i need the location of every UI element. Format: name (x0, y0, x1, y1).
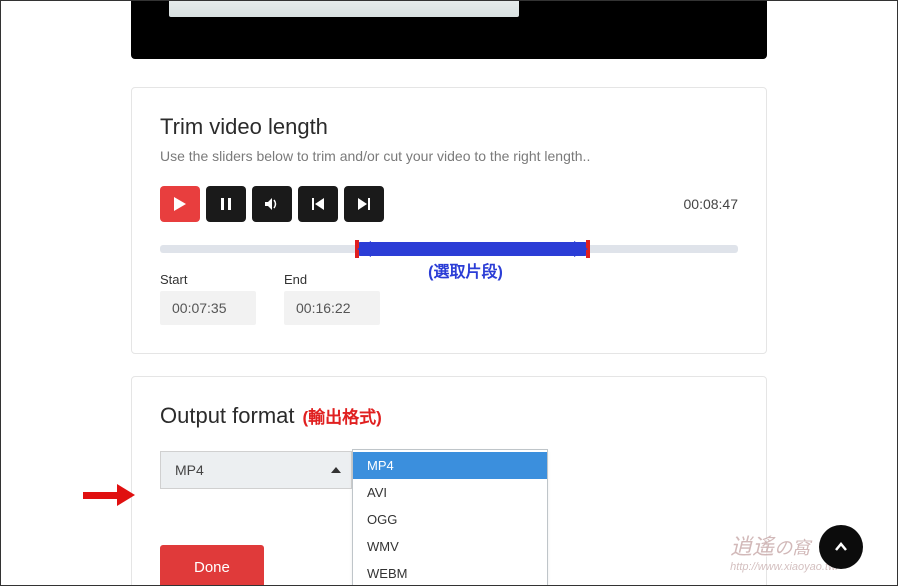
controls-group (160, 186, 384, 222)
trim-track[interactable]: (選取片段) (160, 242, 738, 256)
output-title: Output format (160, 403, 295, 429)
pause-icon (221, 198, 231, 210)
video-preview-bar: Last updated July 7, 2023 (131, 1, 767, 59)
next-icon (358, 198, 370, 210)
start-field: Start 00:07:35 (160, 272, 256, 325)
format-option-wmv[interactable]: WMV (353, 533, 547, 560)
start-input[interactable]: 00:07:35 (160, 291, 256, 325)
done-button[interactable]: Done (160, 545, 264, 585)
format-select-wrap: MP4 MP4AVIOGGWMVWEBM (160, 451, 738, 489)
end-label: End (284, 272, 380, 287)
next-button[interactable] (344, 186, 384, 222)
end-field: End 00:16:22 (284, 272, 380, 325)
trim-subtitle: Use the sliders below to trim and/or cut… (160, 148, 738, 164)
format-option-mp4[interactable]: MP4 (353, 452, 547, 479)
end-input[interactable]: 00:16:22 (284, 291, 380, 325)
annotation-arrow (83, 484, 135, 506)
output-note: (輸出格式) (303, 403, 382, 428)
volume-icon (265, 198, 279, 210)
volume-button[interactable] (252, 186, 292, 222)
scroll-top-button[interactable] (819, 525, 863, 569)
start-label: Start (160, 272, 256, 287)
current-time: 00:08:47 (684, 196, 739, 212)
trim-title: Trim video length (160, 114, 738, 140)
prev-button[interactable] (298, 186, 338, 222)
chevron-up-icon (834, 540, 848, 554)
format-option-avi[interactable]: AVI (353, 479, 547, 506)
play-button[interactable] (160, 186, 200, 222)
trim-card: Trim video length Use the sliders below … (131, 87, 767, 354)
output-card: Output format (輸出格式) MP4 MP4AVIOGGWMVWEB… (131, 376, 767, 585)
format-select[interactable]: MP4 (160, 451, 352, 489)
pause-button[interactable] (206, 186, 246, 222)
page-content: Last updated July 7, 2023 Trim video len… (1, 1, 897, 585)
format-option-ogg[interactable]: OGG (353, 506, 547, 533)
player-controls-row: 00:08:47 (160, 186, 738, 222)
caret-up-icon (331, 467, 341, 473)
selection-arrow (357, 242, 588, 256)
format-selected-value: MP4 (175, 462, 204, 478)
play-icon (174, 197, 186, 211)
selection-label: (選取片段) (428, 258, 503, 282)
prev-icon (312, 198, 324, 210)
format-dropdown: MP4AVIOGGWMVWEBM (352, 449, 548, 585)
format-option-webm[interactable]: WEBM (353, 560, 547, 585)
